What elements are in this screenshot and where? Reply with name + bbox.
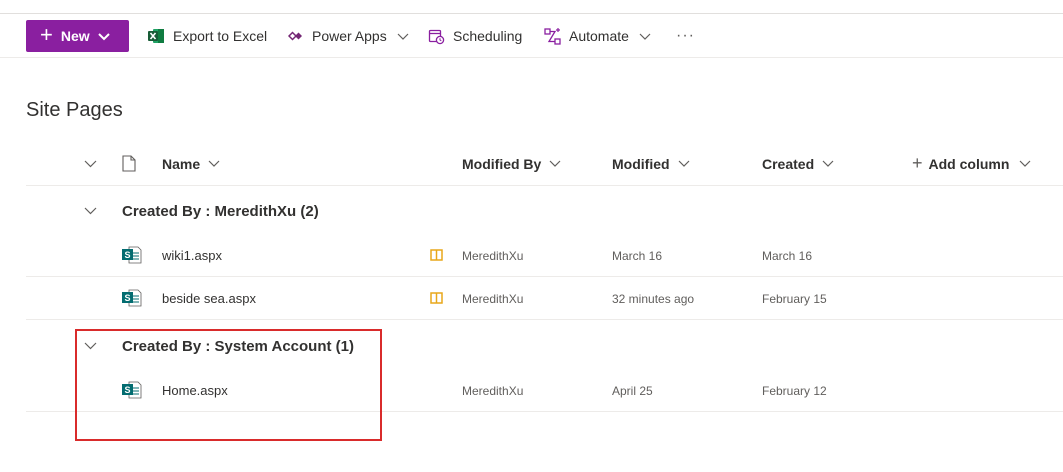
automate-label: Automate bbox=[569, 28, 629, 44]
new-button[interactable]: + New bbox=[26, 20, 129, 52]
page-title: Site Pages bbox=[26, 99, 123, 121]
file-name-link[interactable]: wiki1.aspx bbox=[162, 234, 222, 277]
more-options-button[interactable]: ··· bbox=[676, 14, 695, 58]
column-header-created[interactable]: Created bbox=[762, 141, 834, 186]
chevron-down-icon bbox=[84, 342, 97, 350]
power-apps-label: Power Apps bbox=[312, 28, 387, 44]
modified-cell: 32 minutes ago bbox=[612, 291, 695, 306]
document-icon bbox=[122, 155, 136, 172]
table-row[interactable]: S wiki1.aspx MeredithXu March 16 March 1… bbox=[26, 234, 1063, 277]
chevron-down-icon bbox=[678, 160, 690, 167]
export-label: Export to Excel bbox=[173, 28, 268, 44]
power-apps-icon bbox=[288, 30, 304, 42]
wiki-book-icon bbox=[430, 248, 443, 266]
chevron-down-icon bbox=[822, 160, 834, 167]
created-cell: March 16 bbox=[762, 248, 813, 263]
created-cell: February 12 bbox=[762, 383, 827, 398]
svg-text:S: S bbox=[124, 385, 130, 395]
chevron-down-icon bbox=[639, 33, 651, 40]
modified-by-cell[interactable]: MeredithXu bbox=[462, 234, 523, 277]
name-header-label: Name bbox=[162, 155, 201, 172]
chevron-down-icon bbox=[208, 160, 220, 167]
chevron-down-icon bbox=[1019, 160, 1031, 167]
new-button-label: New bbox=[60, 28, 90, 44]
group-title[interactable]: Created By : System Account (1) bbox=[122, 323, 354, 369]
modified-header-label: Modified bbox=[612, 155, 670, 172]
add-column-button[interactable]: + Add column bbox=[912, 141, 1031, 186]
excel-icon bbox=[148, 28, 165, 44]
column-header-modified-by[interactable]: Modified By bbox=[462, 141, 561, 186]
modified-by-cell[interactable]: MeredithXu bbox=[462, 277, 523, 320]
scheduling-label: Scheduling bbox=[453, 28, 523, 44]
chevron-down-icon bbox=[84, 207, 97, 215]
group-header: Created By : System Account (1) bbox=[26, 323, 1063, 369]
command-bar: + New Export to Excel Power Apps Schedul… bbox=[0, 14, 1063, 58]
chevron-down-icon bbox=[397, 33, 409, 40]
group-collapse-toggle[interactable] bbox=[84, 323, 97, 369]
calendar-clock-icon bbox=[428, 28, 445, 45]
table-row[interactable]: S beside sea.aspx MeredithXu 32 minutes … bbox=[26, 277, 1063, 320]
modified-cell: March 16 bbox=[612, 248, 663, 263]
group-header: Created By : MeredithXu (2) bbox=[26, 188, 1063, 234]
sharepoint-page-icon: S bbox=[122, 381, 142, 404]
svg-text:S: S bbox=[124, 293, 130, 303]
power-apps-button[interactable]: Power Apps bbox=[288, 14, 409, 58]
created-header-label: Created bbox=[762, 155, 815, 172]
export-to-excel-button[interactable]: Export to Excel bbox=[148, 14, 267, 58]
plus-icon: + bbox=[912, 153, 923, 173]
modified-by-cell[interactable]: MeredithXu bbox=[462, 369, 523, 412]
file-name-link[interactable]: beside sea.aspx bbox=[162, 277, 256, 320]
plus-icon: + bbox=[40, 22, 53, 47]
group-title[interactable]: Created By : MeredithXu (2) bbox=[122, 188, 319, 234]
flow-icon bbox=[544, 27, 561, 45]
svg-text:S: S bbox=[124, 250, 130, 260]
scheduling-button[interactable]: Scheduling bbox=[428, 14, 522, 58]
wiki-book-icon bbox=[430, 291, 443, 309]
column-header-name[interactable]: Name bbox=[162, 141, 220, 186]
sharepoint-page-icon: S bbox=[122, 289, 142, 312]
column-header-modified[interactable]: Modified bbox=[612, 141, 690, 186]
group-collapse-toggle[interactable] bbox=[84, 188, 97, 234]
file-type-header[interactable] bbox=[122, 141, 136, 186]
chevron-down-icon bbox=[549, 160, 561, 167]
add-column-label: Add column bbox=[928, 155, 1010, 172]
collapse-all-button[interactable] bbox=[84, 141, 97, 186]
modified-cell: April 25 bbox=[612, 383, 653, 398]
table-row[interactable]: S Home.aspx MeredithXu April 25 February… bbox=[26, 369, 1063, 412]
chevron-down-icon bbox=[84, 160, 97, 167]
file-name-link[interactable]: Home.aspx bbox=[162, 369, 228, 412]
created-cell: February 15 bbox=[762, 291, 827, 306]
modified-by-header-label: Modified By bbox=[462, 155, 542, 172]
chevron-down-icon bbox=[97, 32, 110, 41]
automate-button[interactable]: Automate bbox=[544, 14, 651, 58]
sharepoint-page-icon: S bbox=[122, 246, 142, 269]
list-header: Name Modified By Modified Created + Add … bbox=[26, 141, 1063, 186]
